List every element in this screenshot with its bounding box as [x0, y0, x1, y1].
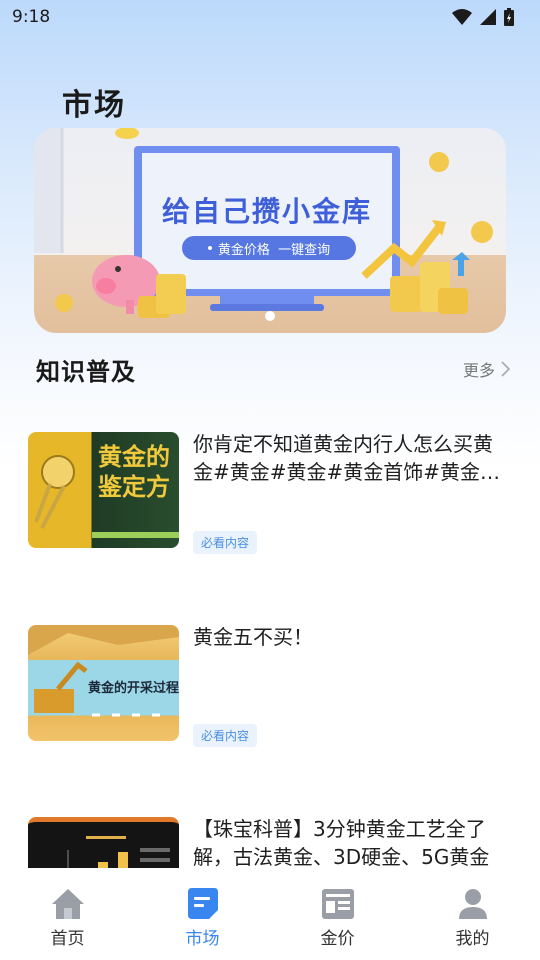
status-icons	[452, 8, 514, 26]
article-thumbnail: 黄金的鉴定方	[28, 432, 179, 548]
wifi-icon	[452, 9, 472, 25]
gold-price-icon	[321, 889, 354, 919]
nav-label-market: 市场	[185, 929, 220, 949]
page-title: 市场	[62, 88, 126, 123]
nav-item-gold-price[interactable]: 金价	[270, 868, 405, 960]
banner-subline-text: 黄金价格 一键查询	[217, 242, 331, 258]
thumbnail-caption: 黄金的开采过程	[88, 681, 179, 696]
promo-banner[interactable]: 给自己攒小金库 黄金价格 一键查询	[34, 128, 506, 333]
banner-headline: 给自己攒小金库	[161, 195, 372, 228]
article-tag: 必看内容	[193, 531, 258, 554]
nav-item-market[interactable]: 市场	[135, 868, 270, 960]
nav-item-home[interactable]: 首页	[0, 868, 135, 960]
status-bar: 9:18	[0, 0, 540, 34]
profile-icon	[458, 889, 487, 919]
section-header: 知识普及 更多	[36, 352, 510, 386]
article-title[interactable]: 黄金五不买！	[193, 623, 511, 651]
article-thumbnail: 黄金的开采过程	[28, 625, 179, 741]
banner-indicator[interactable]	[265, 311, 275, 321]
banner-subline: 黄金价格 一键查询	[182, 236, 356, 260]
chevron-right-icon	[501, 361, 510, 377]
more-label: 更多	[462, 361, 495, 380]
nav-item-profile[interactable]: 我的	[405, 868, 540, 960]
article-item[interactable]: 黄金的开采过程 黄金五不买！ 必看内容	[28, 625, 510, 757]
bullet-icon	[207, 246, 212, 250]
bottom-nav: 首页 市场 金价 我的	[0, 868, 540, 960]
thumbnail-caption: 黄金的鉴定方	[98, 443, 170, 501]
section-title: 知识普及	[36, 357, 136, 386]
article-item[interactable]: 黄金的鉴定方 你肯定不知道黄金内行人怎么买黄金#黄金#黄金#黄金首饰#黄金足金 …	[28, 432, 510, 564]
banner-illustration	[34, 128, 493, 318]
home-icon	[51, 889, 84, 919]
article-tag: 必看内容	[193, 724, 258, 747]
status-time: 9:18	[12, 7, 51, 27]
more-link[interactable]: 更多	[463, 357, 510, 381]
signal-icon	[480, 9, 496, 25]
article-title[interactable]: 【珠宝科普】3分钟黄金工艺全了解，古法黄金、3D硬金、5G黄金	[193, 815, 511, 871]
nav-label-profile: 我的	[455, 929, 490, 949]
nav-label-home: 首页	[50, 929, 85, 949]
battery-icon	[504, 8, 514, 26]
market-icon	[187, 888, 218, 919]
nav-label-gold-price: 金价	[320, 929, 355, 949]
article-title[interactable]: 你肯定不知道黄金内行人怎么买黄金#黄金#黄金#黄金首饰#黄金足金	[193, 430, 511, 486]
